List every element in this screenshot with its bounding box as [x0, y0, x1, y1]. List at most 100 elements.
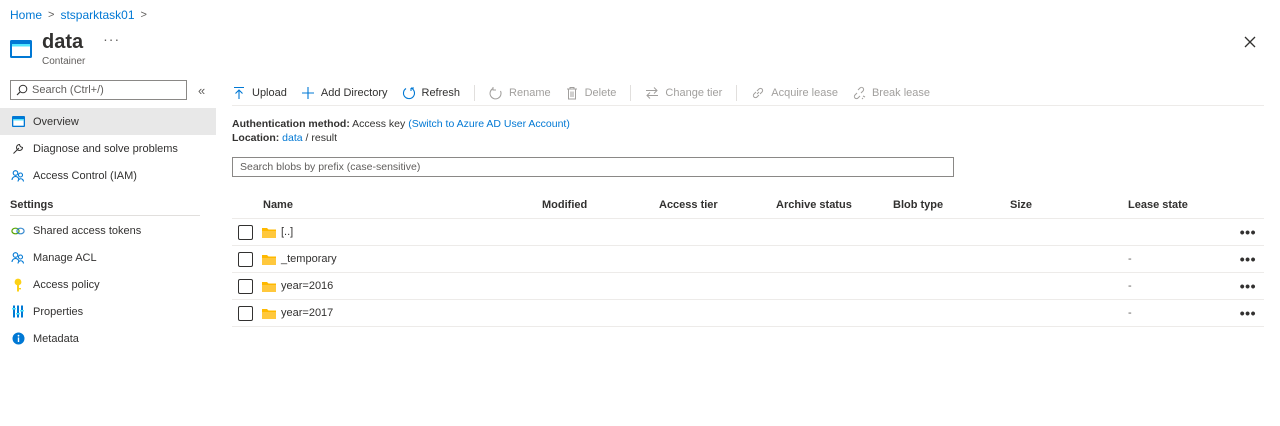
page-header: data ··· Container: [10, 31, 120, 68]
sidebar-item-diagnose[interactable]: Diagnose and solve problems: [0, 135, 216, 162]
info-icon: [11, 332, 25, 346]
swap-icon: [646, 86, 659, 99]
divider: [630, 84, 632, 101]
switch-auth-link[interactable]: (Switch to Azure AD User Account): [408, 118, 570, 130]
row-name[interactable]: [..]: [281, 226, 293, 238]
add-directory-button[interactable]: Add Directory: [301, 81, 388, 105]
row-more-icon[interactable]: •••: [1240, 305, 1256, 321]
link-icon: [753, 87, 764, 98]
blob-table: Name Modified Access tier Archive status…: [232, 192, 1264, 327]
more-options-button[interactable]: ···: [103, 31, 120, 47]
sidebar-item-shared-access-tokens[interactable]: Shared access tokens: [0, 217, 216, 244]
break-lease-label: Break lease: [871, 86, 931, 99]
row-more-icon[interactable]: •••: [1240, 224, 1256, 240]
auth-method-label: Authentication method:: [232, 118, 350, 130]
refresh-label: Refresh: [421, 86, 461, 99]
column-name[interactable]: Name: [263, 199, 293, 211]
table-row[interactable]: [..] •••: [232, 219, 1264, 246]
sidebar-item-metadata[interactable]: Metadata: [0, 325, 216, 352]
rename-button[interactable]: Rename: [489, 81, 551, 105]
sidebar: « Overview Diagnose and solve problems A…: [0, 80, 216, 352]
folder-icon: [262, 227, 276, 238]
sidebar-item-access-policy[interactable]: Access policy: [0, 271, 216, 298]
change-tier-button[interactable]: Change tier: [645, 81, 722, 105]
folder-icon: [262, 281, 276, 292]
plus-icon: [301, 86, 314, 99]
row-checkbox[interactable]: [238, 278, 253, 294]
delete-label: Delete: [584, 86, 617, 99]
blob-search-input[interactable]: [240, 161, 940, 173]
container-icon: [11, 115, 25, 129]
acquire-lease-button[interactable]: Acquire lease: [751, 81, 838, 105]
row-checkbox[interactable]: [238, 224, 253, 240]
break-lease-button[interactable]: Break lease: [852, 81, 930, 105]
column-lease-state[interactable]: Lease state: [1128, 199, 1188, 211]
row-checkbox[interactable]: [238, 305, 253, 321]
column-archive-status[interactable]: Archive status: [776, 199, 852, 211]
folder-icon: [262, 308, 276, 319]
table-header: Name Modified Access tier Archive status…: [232, 192, 1264, 219]
table-row[interactable]: year=2017 - •••: [232, 300, 1264, 327]
breadcrumb-account[interactable]: stsparktask01: [60, 8, 134, 22]
key-icon: [11, 278, 25, 292]
sidebar-search[interactable]: [10, 80, 187, 100]
row-name[interactable]: year=2017: [281, 307, 333, 319]
table-row[interactable]: _temporary - •••: [232, 246, 1264, 273]
properties-icon: [11, 305, 25, 319]
table-row[interactable]: year=2016 - •••: [232, 273, 1264, 300]
sidebar-item-overview[interactable]: Overview: [0, 108, 216, 135]
search-icon: [16, 84, 28, 96]
sidebar-item-properties[interactable]: Properties: [0, 298, 216, 325]
sidebar-item-label: Access Control (IAM): [33, 169, 137, 182]
sidebar-section-settings: Settings: [10, 199, 54, 211]
breadcrumb-separator: >: [48, 9, 55, 21]
divider: [10, 215, 200, 216]
wrench-icon: [11, 142, 25, 156]
trash-icon: [566, 86, 577, 99]
sidebar-item-manage-acl[interactable]: Manage ACL: [0, 244, 216, 271]
page-title: data: [42, 31, 84, 53]
location-container-link[interactable]: data: [282, 132, 302, 144]
column-blob-type[interactable]: Blob type: [893, 199, 943, 211]
row-more-icon[interactable]: •••: [1240, 278, 1256, 294]
column-size[interactable]: Size: [1010, 199, 1032, 211]
upload-label: Upload: [252, 86, 287, 99]
sidebar-item-label: Overview: [33, 115, 79, 128]
refresh-button[interactable]: Refresh: [402, 81, 461, 105]
delete-button[interactable]: Delete: [565, 81, 617, 105]
change-tier-label: Change tier: [665, 86, 723, 99]
row-lease-state: -: [1128, 280, 1132, 292]
upload-icon: [234, 86, 244, 99]
row-name[interactable]: year=2016: [281, 280, 333, 292]
people-icon: [11, 169, 25, 183]
auth-method-value: Access key: [352, 118, 406, 130]
column-modified[interactable]: Modified: [542, 199, 587, 211]
sidebar-item-label: Shared access tokens: [33, 224, 142, 237]
sidebar-item-label: Metadata: [33, 332, 79, 345]
row-name[interactable]: _temporary: [281, 253, 337, 265]
people-icon: [11, 251, 25, 265]
column-access-tier[interactable]: Access tier: [659, 199, 718, 211]
refresh-icon: [402, 86, 415, 99]
rename-label: Rename: [509, 86, 551, 99]
close-icon[interactable]: [1242, 34, 1258, 50]
sidebar-item-iam[interactable]: Access Control (IAM): [0, 162, 216, 189]
blob-search[interactable]: [232, 157, 954, 177]
sidebar-search-input[interactable]: [32, 84, 182, 96]
upload-button[interactable]: Upload: [232, 81, 287, 105]
breadcrumb-separator: >: [140, 9, 147, 21]
row-lease-state: -: [1128, 253, 1132, 265]
row-checkbox[interactable]: [238, 251, 253, 267]
folder-icon: [262, 254, 276, 265]
row-more-icon[interactable]: •••: [1240, 251, 1256, 267]
collapse-sidebar-button[interactable]: «: [198, 83, 205, 98]
link-icon: [11, 224, 25, 238]
sidebar-nav: Overview Diagnose and solve problems Acc…: [0, 108, 216, 352]
divider: [474, 84, 476, 101]
location-separator: /: [305, 132, 309, 144]
breadcrumb-home[interactable]: Home: [10, 8, 42, 22]
broken-link-icon: [853, 86, 866, 99]
location-label: Location:: [232, 132, 280, 144]
acquire-lease-label: Acquire lease: [771, 86, 838, 99]
sidebar-item-label: Manage ACL: [33, 251, 97, 264]
